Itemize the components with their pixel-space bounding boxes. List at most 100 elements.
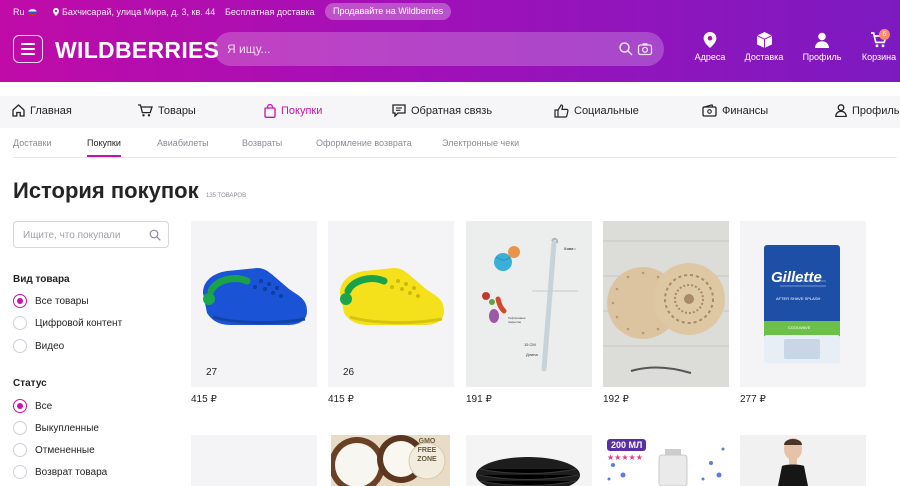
product-image-crochet-hook[interactable]: 8 мм 15 СМ Тефлоновое покрытие Длина (466, 221, 592, 387)
subtab-deliveries[interactable]: Доставки (13, 138, 51, 148)
product-image-bottle[interactable]: 200 МЛ ★★★★★ (603, 435, 729, 486)
product-image-wooden-bases[interactable] (603, 221, 729, 387)
radio-label: Все товары (35, 295, 89, 307)
product-image-blue-clog[interactable]: 27 (191, 221, 317, 387)
box-icon (756, 32, 772, 48)
search-icon[interactable] (618, 41, 634, 57)
radio-label: Возврат товара (35, 466, 108, 478)
radio-label: Все (35, 400, 53, 412)
camera-icon[interactable] (637, 41, 653, 57)
subtab-return-form[interactable]: Оформление возврата (316, 138, 412, 148)
nav-label-profile: Профиль (802, 52, 842, 62)
search-icon[interactable] (149, 229, 161, 241)
product-price: 415 ₽ (328, 394, 354, 405)
main-nav-home[interactable]: Главная (12, 104, 72, 117)
thumb-up-icon (554, 104, 569, 118)
main-nav-social[interactable]: Социальные (554, 104, 639, 118)
product-image[interactable] (191, 435, 317, 486)
woman-dress-image (778, 438, 808, 486)
burger-line (21, 53, 35, 55)
gillette-box-image (764, 245, 840, 363)
location-pin-icon (53, 8, 59, 16)
main-nav-finance[interactable]: Финансы (702, 104, 768, 117)
main-nav-label: Социальные (574, 105, 639, 117)
cart-icon (138, 104, 153, 117)
nav-label-addresses: Адреса (694, 52, 726, 62)
main-nav-label: Главная (30, 104, 72, 117)
header-nav-delivery[interactable]: Доставка (744, 32, 784, 62)
badge-text: ZONE (417, 456, 437, 463)
product-image-gillette[interactable]: Gillette AFTER SHAVE SPLASH COOLWAVE (740, 221, 866, 387)
location-pin-icon (703, 32, 717, 48)
delivery-address[interactable]: Бахчисарай, улица Мира, д. 3, кв. 44 (53, 7, 215, 17)
radio-label: Цифровой контент (35, 317, 123, 329)
badge-text: GMO (418, 438, 436, 445)
header-nav-cart[interactable]: 6 Корзина (860, 29, 898, 62)
free-delivery-link[interactable]: Бесплатная доставка (225, 7, 315, 17)
main-nav-purchases[interactable]: Покупки (264, 104, 322, 118)
product-image-basket[interactable] (466, 435, 592, 486)
radio-all-goods[interactable]: Все товары (13, 294, 89, 308)
image-caption: 15 СМ (524, 342, 536, 347)
product-price: 415 ₽ (191, 394, 217, 405)
product-image-yellow-clog[interactable]: 26 (328, 221, 454, 387)
main-nav-profile[interactable]: Профиль (835, 104, 900, 117)
main-nav-goods[interactable]: Товары (138, 104, 196, 117)
chat-icon (392, 104, 406, 117)
search-bar[interactable]: Я ищу... (214, 32, 664, 66)
main-nav-label: Профиль (852, 104, 900, 117)
address-text: Бахчисарай, улица Мира, д. 3, кв. 44 (62, 7, 216, 17)
main-navigation: Главная Товары Покупки Обратная связь Со… (0, 96, 900, 128)
badge-text: FREE (417, 447, 437, 454)
filter-status-title: Статус (13, 378, 47, 389)
radio-video[interactable]: Видео (13, 339, 64, 353)
subtab-air-tickets[interactable]: Авиабилеты (157, 138, 209, 148)
radio-status-return[interactable]: Возврат товара (13, 465, 107, 479)
wooden-circles-image (603, 240, 729, 374)
home-icon (12, 104, 25, 117)
main-nav-label: Покупки (281, 105, 323, 117)
nav-label-delivery: Доставка (744, 52, 784, 62)
main-nav-label: Обратная связь (411, 104, 493, 117)
subtab-purchases[interactable]: Покупки (87, 138, 121, 157)
burger-line (21, 48, 35, 50)
header-nav-addresses[interactable]: Адреса (691, 32, 729, 62)
filter-product-type-title: Вид товара (13, 274, 70, 285)
header-nav-profile[interactable]: Профиль (802, 32, 842, 62)
image-caption: Длина (526, 352, 538, 357)
purchase-search-input[interactable]: Ищите, что покупали (13, 221, 169, 248)
subtab-returns[interactable]: Возвраты (242, 138, 282, 148)
radio-dot (13, 294, 27, 308)
language-label: Ru (13, 7, 25, 17)
language-selector[interactable]: Ru (13, 7, 37, 17)
page-title: История покупок (13, 178, 199, 203)
radio-dot (13, 421, 27, 435)
product-image-coconut[interactable]: GMO FREE ZONE (331, 435, 450, 486)
image-caption: COOLWAVE (788, 325, 811, 330)
radio-status-bought[interactable]: Выкупленные (13, 421, 99, 435)
menu-burger-button[interactable] (13, 35, 43, 63)
radio-status-cancelled[interactable]: Отмененные (13, 443, 95, 457)
user-icon (815, 32, 829, 48)
sell-on-wildberries-button[interactable]: Продавайте на Wildberries (325, 3, 452, 20)
volume-badge: 200 МЛ (607, 439, 647, 451)
items-count: 135 товаров (206, 193, 247, 199)
image-caption: 8 мм (564, 246, 573, 251)
radio-dot (13, 316, 27, 330)
product-price: 277 ₽ (740, 394, 766, 405)
radio-digital-content[interactable]: Цифровой контент (13, 316, 122, 330)
rating-stars: ★★★★★ (607, 453, 643, 462)
sub-tabs: Доставки Покупки Авиабилеты Возвраты Офо… (0, 128, 900, 158)
subtab-e-receipts[interactable]: Электронные чеки (442, 138, 519, 148)
logo[interactable]: WILDBERRIES (55, 37, 219, 64)
divider (13, 157, 897, 158)
image-caption: AFTER SHAVE SPLASH (776, 296, 821, 301)
product-image-dress[interactable] (740, 435, 866, 486)
user-icon (835, 104, 847, 117)
radio-status-all[interactable]: Все (13, 399, 52, 413)
clog-image (203, 268, 307, 325)
cart-count-badge: 6 (879, 29, 890, 40)
product-price: 192 ₽ (603, 394, 629, 405)
main-nav-feedback[interactable]: Обратная связь (392, 104, 492, 117)
clog-image (340, 268, 444, 325)
